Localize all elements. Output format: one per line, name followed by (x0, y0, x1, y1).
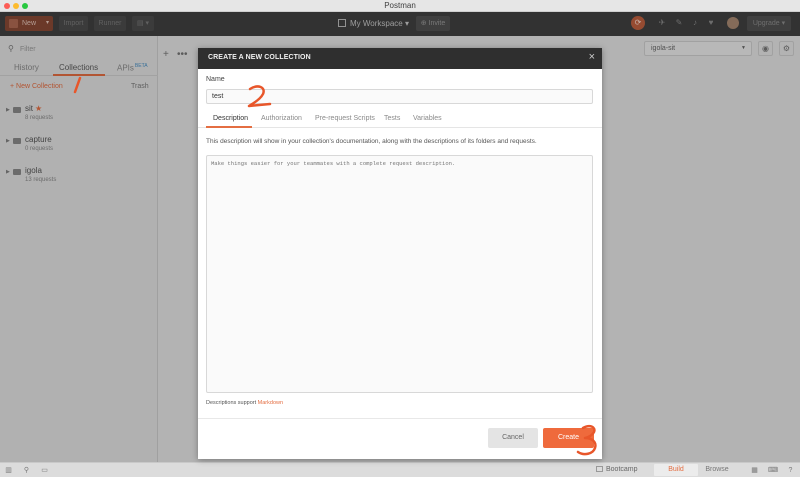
window-titlebar: Postman (0, 0, 800, 12)
description-textarea[interactable] (206, 155, 593, 393)
bootcamp-icon (596, 466, 603, 472)
markdown-support-note: Descriptions support Markdown (206, 400, 283, 406)
modal-footer-divider (198, 418, 602, 419)
build-tab[interactable]: Build (654, 464, 698, 476)
tab-variables[interactable]: Variables (413, 115, 442, 122)
tab-description[interactable]: Description (213, 115, 248, 122)
bootcamp-link[interactable]: Bootcamp (596, 466, 638, 473)
console-icon[interactable]: ▭ (40, 466, 49, 475)
create-collection-modal: CREATE A NEW COLLECTION × Name Descripti… (198, 48, 602, 459)
tab-pre-request-scripts[interactable]: Pre-request Scripts (315, 115, 375, 122)
markdown-link[interactable]: Markdown (258, 400, 283, 406)
help-icon[interactable]: ? (786, 466, 795, 475)
modal-tabs: Description Authorization Pre-request Sc… (198, 109, 602, 128)
keyboard-shortcuts-icon[interactable]: ⌨ (768, 466, 778, 475)
description-help-text: This description will show in your colle… (206, 138, 537, 145)
two-pane-icon[interactable]: ▦ (750, 466, 759, 475)
toggle-sidebar-icon[interactable]: ▥ (4, 466, 13, 475)
close-icon[interactable]: × (589, 51, 595, 63)
tab-tests[interactable]: Tests (384, 115, 400, 122)
modal-title: CREATE A NEW COLLECTION (208, 54, 311, 61)
active-tab-indicator (206, 126, 252, 128)
status-bar: ▥ ⚲ ▭ Bootcamp Build Browse ▦ ⌨ ? (0, 462, 800, 477)
browse-tab[interactable]: Browse (698, 464, 736, 476)
collection-name-input[interactable] (206, 89, 593, 104)
window-title: Postman (384, 1, 416, 10)
modal-header: CREATE A NEW COLLECTION × (198, 48, 602, 69)
markdown-prefix: Descriptions support (206, 400, 257, 406)
bootcamp-label: Bootcamp (606, 466, 638, 473)
cancel-button[interactable]: Cancel (488, 428, 538, 448)
create-button[interactable]: Create (543, 428, 594, 448)
name-label: Name (206, 76, 225, 83)
tab-authorization[interactable]: Authorization (261, 115, 302, 122)
search-icon[interactable]: ⚲ (22, 466, 31, 475)
